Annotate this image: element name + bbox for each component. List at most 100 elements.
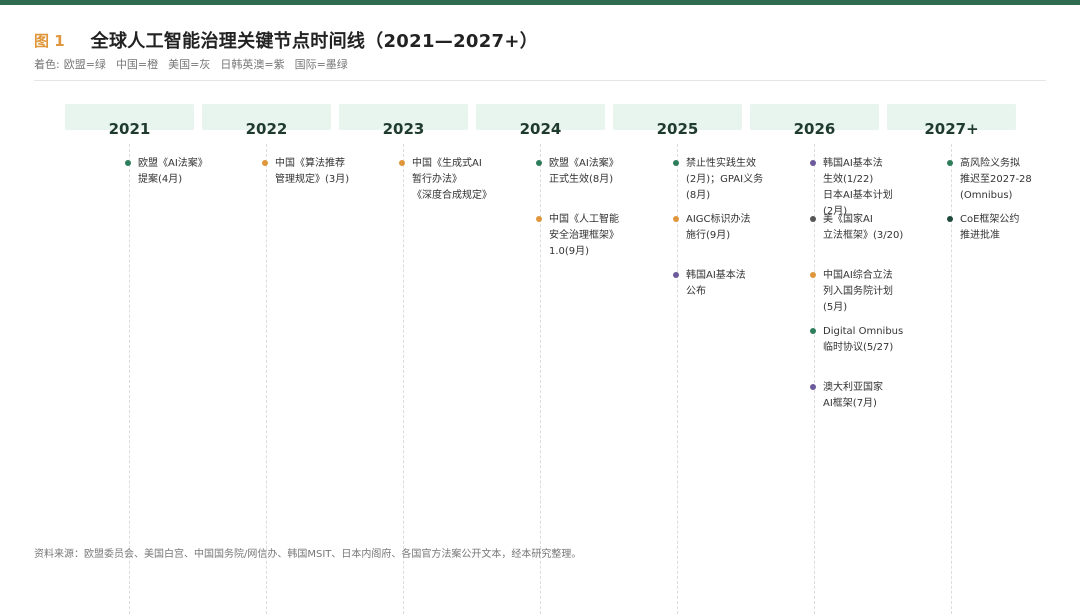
year-label: 2022 — [245, 120, 288, 138]
event-line: Digital Omnibus — [823, 326, 904, 337]
region-dot-icon — [262, 160, 268, 166]
event-line: 安全治理框架》 — [549, 230, 619, 241]
event-line: 欧盟《AI法案》 — [138, 158, 208, 169]
timeline-stem — [540, 144, 541, 614]
color-legend: 着色: 欧盟=绿 中国=橙 美国=灰 日韩英澳=紫 国际=墨绿 — [34, 56, 358, 72]
timeline-stem — [677, 144, 678, 614]
event-line: CoE框架公约 — [960, 214, 1020, 225]
figure-title: 全球人工智能治理关键节点时间线（2021—2027+） — [90, 31, 539, 52]
event-text: 韩国AI基本法 公布 — [686, 268, 776, 300]
year-label: 2025 — [656, 120, 699, 138]
figure-number: 图 1 — [34, 31, 65, 50]
region-dot-icon — [810, 216, 816, 222]
timeline-column: 2026 韩国AI基本法 生效(1/22) 日本AI基本计划 (2月) 美《国家AI 立法框… — [750, 104, 903, 614]
event-line: AIGC标识办法 — [686, 214, 751, 225]
year-label: 2026 — [793, 120, 836, 138]
event-line: 施行(9月) — [686, 230, 731, 241]
year-header: 2024 — [476, 104, 605, 137]
region-dot-icon — [673, 160, 679, 166]
region-dot-icon — [810, 384, 816, 390]
year-header: 2022 — [202, 104, 331, 137]
top-accent-bar — [0, 0, 1080, 5]
region-dot-icon — [947, 216, 953, 222]
region-dot-icon — [810, 160, 816, 166]
event-line: 韩国AI基本法 — [686, 270, 746, 281]
timeline-column: 2024 欧盟《AI法案》 正式生效(8月) 中国《人工智能 安全治理框架》 1.0(9月… — [476, 104, 619, 614]
event-line: 暂行办法》 — [412, 174, 462, 185]
legend-item-jkua: 日韩英澳=紫 — [220, 58, 285, 71]
timeline-stem — [266, 144, 267, 614]
region-dot-icon — [947, 160, 953, 166]
event-line: 管理规定》(3月) — [275, 174, 350, 185]
source-note: 资料来源：欧盟委员会、美国白宫、中国国务院/网信办、韩国MSIT、日本内阁府、各… — [34, 549, 582, 560]
event-text: 美《国家AI 立法框架》(3/20) — [823, 212, 913, 244]
timeline-stem — [951, 144, 952, 614]
event-line: 禁止性实践生效 — [686, 158, 756, 169]
event-line: 《深度合成规定》 — [412, 190, 492, 201]
event-line: 列入国务院计划 — [823, 286, 893, 297]
event-line: (8月) — [686, 190, 711, 201]
event-line: 正式生效(8月) — [549, 174, 614, 185]
year-header: 2023 — [339, 104, 468, 137]
legend-item-china: 中国=橙 — [115, 58, 159, 71]
event-line: 美《国家AI — [823, 214, 873, 225]
event-text: AIGC标识办法 施行(9月) — [686, 212, 776, 244]
event-line: 韩国AI基本法 — [823, 158, 883, 169]
timeline-stem — [814, 144, 815, 614]
event-line: 临时协议(5/27) — [823, 342, 894, 353]
event-line: 中国AI综合立法 — [823, 270, 893, 281]
event-line: 推进批准 — [960, 230, 1000, 241]
event-line: (2月)；GPAI义务 — [686, 174, 764, 185]
event-line: 提案(4月) — [138, 174, 183, 185]
header-divider — [34, 80, 1046, 81]
year-label: 2021 — [108, 120, 151, 138]
event-text: Digital Omnibus 临时协议(5/27) — [823, 324, 913, 356]
legend-prefix: 着色: — [34, 58, 60, 71]
event-text: 中国《算法推荐 管理规定》(3月) — [275, 156, 365, 188]
timeline-column: 2023 中国《生成式AI 暂行办法》 《深度合成规定》 — [339, 104, 492, 614]
region-dot-icon — [810, 272, 816, 278]
region-dot-icon — [673, 216, 679, 222]
event-text: 中国《人工智能 安全治理框架》 1.0(9月) — [549, 212, 639, 260]
region-dot-icon — [810, 328, 816, 334]
event-text: 禁止性实践生效 (2月)；GPAI义务 (8月) — [686, 156, 776, 204]
region-dot-icon — [673, 272, 679, 278]
event-text: 中国《生成式AI 暂行办法》 《深度合成规定》 — [412, 156, 502, 204]
timeline-column: 2027+ 高风险义务拟推迟至2027-28 (Omnibus) CoE框架公约 推进批… — [887, 104, 1032, 614]
legend-item-us: 美国=灰 — [168, 58, 211, 71]
event-text: 高风险义务拟推迟至2027-28 (Omnibus) — [960, 156, 1050, 204]
year-label: 2024 — [519, 120, 562, 138]
event-text: 欧盟《AI法案》 提案(4月) — [138, 156, 228, 188]
event-line: 生效(1/22) — [823, 174, 874, 185]
region-dot-icon — [125, 160, 131, 166]
event-text: 欧盟《AI法案》 正式生效(8月) — [549, 156, 639, 188]
event-text: 韩国AI基本法 生效(1/22) 日本AI基本计划 (2月) — [823, 156, 913, 220]
event-line: (5月) — [823, 302, 848, 313]
year-label: 2023 — [382, 120, 425, 138]
event-line: 中国《算法推荐 — [275, 158, 345, 169]
event-line: AI框架(7月) — [823, 398, 877, 409]
region-dot-icon — [536, 216, 542, 222]
event-text: 中国AI综合立法 列入国务院计划 (5月) — [823, 268, 913, 316]
event-line: (Omnibus) — [960, 190, 1013, 201]
year-header: 2026 — [750, 104, 879, 137]
timeline-column: 2021 欧盟《AI法案》 提案(4月) — [65, 104, 208, 614]
event-text: 澳大利亚国家 AI框架(7月) — [823, 380, 913, 412]
legend-item-intl: 国际=墨绿 — [294, 58, 348, 71]
event-line: 高风险义务拟 — [960, 158, 1020, 169]
region-dot-icon — [399, 160, 405, 166]
year-header: 2025 — [613, 104, 742, 137]
event-line: 立法框架》(3/20) — [823, 230, 904, 241]
event-text: CoE框架公约 推进批准 — [960, 212, 1050, 244]
event-line: 推迟至2027-28 — [960, 174, 1032, 185]
timeline-column: 2022 中国《算法推荐 管理规定》(3月) — [202, 104, 349, 614]
timeline-stem — [129, 144, 130, 614]
timeline-column: 2025 禁止性实践生效 (2月)；GPAI义务 (8月) AIGC标识办法 施行(9月)… — [613, 104, 763, 614]
event-line: 1.0(9月) — [549, 246, 590, 257]
year-label: 2027+ — [924, 120, 979, 138]
year-header: 2021 — [65, 104, 194, 137]
timeline-stem — [403, 144, 404, 614]
year-header: 2027+ — [887, 104, 1016, 137]
event-line: 欧盟《AI法案》 — [549, 158, 619, 169]
legend-item-eu: 欧盟=绿 — [63, 58, 106, 71]
